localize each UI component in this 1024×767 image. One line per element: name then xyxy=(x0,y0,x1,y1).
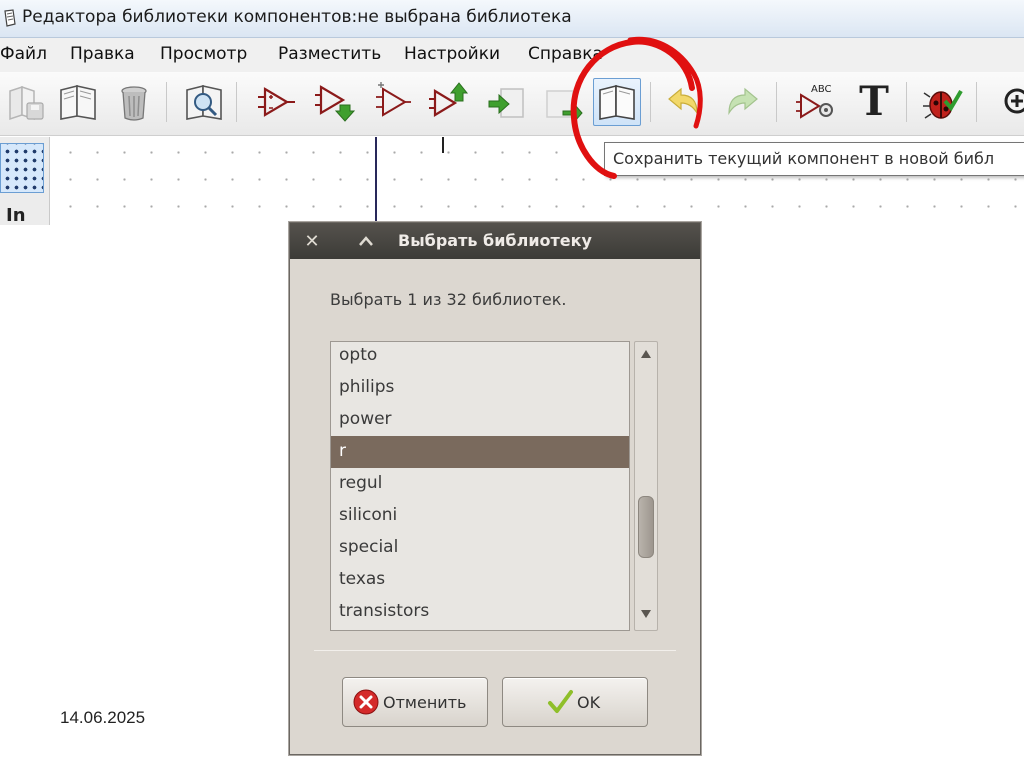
menu-edit[interactable]: Правка xyxy=(70,44,135,64)
checkmark-icon xyxy=(548,690,573,713)
app-icon xyxy=(4,9,16,27)
library-list-item[interactable]: power xyxy=(331,404,629,436)
save-library-button[interactable] xyxy=(2,78,50,126)
minimize-icon[interactable] xyxy=(352,227,380,255)
library-list-item[interactable]: opto xyxy=(331,342,629,372)
window-title-bar: Редактора библиотеки компонентов:не выбр… xyxy=(0,0,1024,38)
delete-component-button[interactable] xyxy=(110,78,158,126)
library-list[interactable]: opto philips power r regul siliconi special tex… xyxy=(330,341,630,631)
ok-label: OK xyxy=(577,692,601,712)
text-tool-icon: T xyxy=(859,78,889,125)
zoom-in-button[interactable] xyxy=(990,78,1024,126)
units-label: In xyxy=(6,205,26,226)
import-component-icon xyxy=(488,88,524,118)
toolbar-tooltip: Сохранить текущий компонент в новой библ xyxy=(604,142,1024,176)
window-title: Редактора библиотеки компонентов:не выбр… xyxy=(22,7,572,27)
load-component-icon xyxy=(315,85,355,122)
load-component-button[interactable] xyxy=(310,78,358,126)
edit-component-properties-icon: ABC xyxy=(796,84,833,119)
toolbar-separator xyxy=(650,82,651,122)
zoom-in-icon xyxy=(1004,88,1024,114)
close-icon[interactable]: ✕ xyxy=(298,227,326,255)
toolbar-separator xyxy=(976,82,977,122)
menu-preferences[interactable]: Настройки xyxy=(404,44,500,64)
toolbar-separator xyxy=(776,82,777,122)
cursor-mark xyxy=(442,137,444,153)
ok-button[interactable]: OK xyxy=(502,677,648,727)
dialog-separator xyxy=(314,650,676,651)
open-library-icon xyxy=(60,84,96,120)
library-list-item[interactable]: texas xyxy=(331,564,629,596)
toolbar-separator xyxy=(906,82,907,122)
menu-place[interactable]: Разместить xyxy=(278,44,381,64)
undo-icon xyxy=(668,87,698,116)
cancel-label: Отменить xyxy=(383,692,467,712)
save-to-new-library-icon xyxy=(599,84,635,120)
library-browser-button[interactable] xyxy=(180,78,228,126)
toolbar-separator xyxy=(166,82,167,122)
undo-button[interactable] xyxy=(660,78,708,126)
toolbar: ABC T xyxy=(0,72,1024,136)
library-list-item[interactable]: philips xyxy=(331,372,629,404)
redo-icon xyxy=(728,87,758,116)
scroll-down-arrow-icon[interactable] xyxy=(639,608,653,620)
export-component-button[interactable] xyxy=(424,78,472,126)
scroll-thumb[interactable] xyxy=(638,495,654,558)
menu-bar: Файл Правка Просмотр Разместить Настройк… xyxy=(0,38,1024,72)
library-list-item[interactable]: siliconi xyxy=(331,500,629,532)
text-tool-button[interactable]: T xyxy=(850,78,898,126)
svg-text:ABC: ABC xyxy=(811,84,832,95)
save-library-icon xyxy=(9,85,44,121)
delete-component-icon xyxy=(121,86,147,121)
erc-bug-icon xyxy=(923,89,963,119)
grid-toggle-button[interactable] xyxy=(0,143,44,193)
select-library-dialog: ✕ Выбрать библиотеку Выбрать 1 из 32 биб… xyxy=(289,222,701,755)
import-component-button[interactable] xyxy=(482,78,530,126)
export-component-icon xyxy=(429,82,469,117)
erc-button[interactable] xyxy=(918,78,966,126)
toolbar-separator xyxy=(236,82,237,122)
list-scrollbar[interactable] xyxy=(634,341,658,631)
library-list-item[interactable]: special xyxy=(331,532,629,564)
new-component-button[interactable] xyxy=(252,78,300,126)
open-library-button[interactable] xyxy=(54,78,102,126)
cancel-icon xyxy=(353,689,379,715)
library-list-item[interactable]: r xyxy=(331,436,629,468)
component-plus-icon xyxy=(376,82,411,117)
slide-date: 14.06.2025 xyxy=(60,708,146,727)
component-plus-button[interactable] xyxy=(368,78,416,126)
scroll-up-arrow-icon[interactable] xyxy=(639,348,653,360)
menu-view[interactable]: Просмотр xyxy=(160,44,247,64)
slide: Редактора библиотеки компонентов:не выбр… xyxy=(0,0,1024,767)
library-list-item[interactable]: transistors xyxy=(331,596,629,628)
menu-help[interactable]: Справка xyxy=(528,44,603,64)
save-component-icon xyxy=(546,90,583,123)
redo-button[interactable] xyxy=(718,78,766,126)
library-browser-icon xyxy=(186,84,222,120)
save-to-new-library-button[interactable] xyxy=(593,78,641,126)
save-component-button[interactable] xyxy=(538,78,586,126)
left-toolbar: In xyxy=(0,137,50,226)
edit-component-properties-button[interactable]: ABC xyxy=(792,78,840,126)
canvas-axis-line xyxy=(375,137,377,227)
dialog-title-bar: ✕ Выбрать библиотеку xyxy=(290,223,700,259)
cancel-button[interactable]: Отменить xyxy=(342,677,488,727)
dialog-prompt: Выбрать 1 из 32 библиотек. xyxy=(330,290,567,309)
library-list-item[interactable]: regul xyxy=(331,468,629,500)
dialog-title: Выбрать библиотеку xyxy=(398,231,592,250)
menu-file[interactable]: Файл xyxy=(0,44,47,64)
new-component-icon xyxy=(258,87,295,117)
